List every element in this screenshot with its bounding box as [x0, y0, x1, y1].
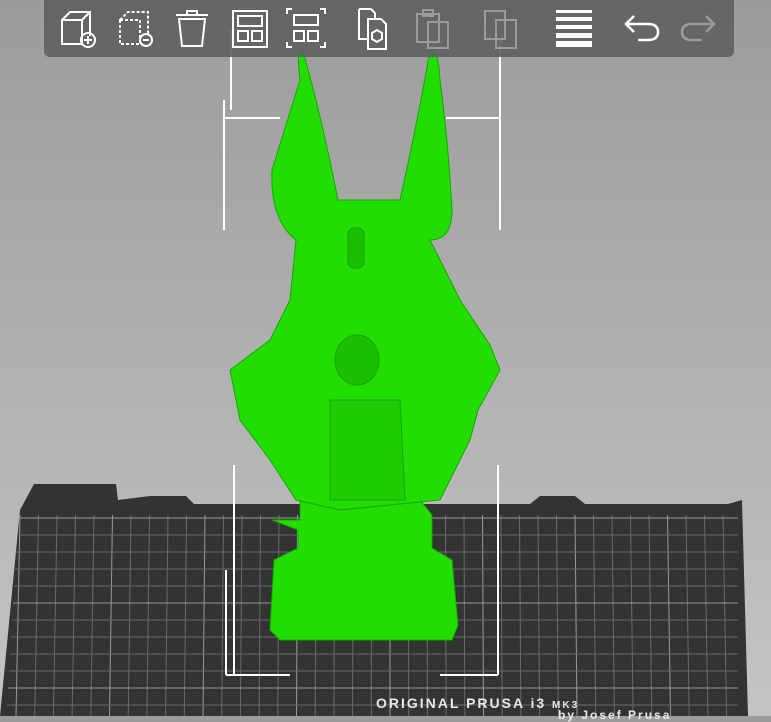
- layers-editing-icon: [552, 6, 596, 50]
- redo-button[interactable]: [676, 6, 720, 50]
- add-object-icon: [56, 6, 100, 50]
- delete-object-icon: [114, 6, 158, 50]
- paste-icon: [412, 6, 456, 50]
- paste-button[interactable]: [412, 6, 456, 50]
- 3d-viewport[interactable]: [0, 0, 771, 716]
- undo-button[interactable]: [620, 6, 664, 50]
- arrange-selection-icon: [284, 6, 328, 50]
- redo-icon: [676, 6, 720, 50]
- bed-brand-label: ORIGINAL PRUSA i3 MK3: [376, 695, 579, 711]
- arrange-button[interactable]: [228, 6, 272, 50]
- arrange-icon: [228, 6, 272, 50]
- trash-icon: [170, 6, 214, 50]
- add-button[interactable]: [56, 6, 100, 50]
- instances-button[interactable]: [480, 6, 524, 50]
- delete-button[interactable]: [114, 6, 158, 50]
- bed-maker-label: by Josef Prusa: [558, 708, 671, 722]
- bed-brand: ORIGINAL PRUSA i3: [376, 695, 546, 711]
- main-toolbar: [44, 0, 734, 57]
- copy-button[interactable]: [354, 6, 398, 50]
- layers-editing-button[interactable]: [552, 6, 596, 50]
- arrange-selection-button[interactable]: [284, 6, 328, 50]
- instances-icon: [480, 6, 524, 50]
- undo-icon: [620, 6, 664, 50]
- copy-icon: [354, 6, 398, 50]
- delete-all-button[interactable]: [170, 6, 214, 50]
